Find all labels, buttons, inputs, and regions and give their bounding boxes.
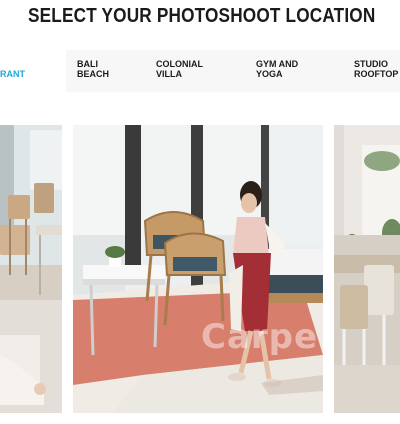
- tab-colonial-villa[interactable]: COLONIAL VILLA: [144, 50, 244, 92]
- tab-label: BALI BEACH: [77, 59, 110, 79]
- photo-restaurant[interactable]: [0, 125, 62, 413]
- tab-studio-rooftop[interactable]: STUDIO ROOFTOP: [342, 50, 400, 92]
- tab-restaurant[interactable]: RANT: [0, 50, 66, 92]
- colonial-villa-photo-image: [73, 125, 323, 413]
- studio-photo-image: [334, 125, 400, 413]
- tab-label: COLONIAL VILLA: [156, 59, 203, 79]
- restaurant-photo-image: [0, 125, 62, 413]
- tab-bali-beach[interactable]: BALI BEACH: [66, 50, 144, 92]
- tab-label: RANT: [0, 69, 25, 79]
- tab-label: STUDIO ROOFTOP: [354, 59, 399, 79]
- location-photo-gallery: Carpe: [0, 125, 400, 415]
- page-title: SELECT YOUR PHOTOSHOOT LOCATION: [28, 5, 376, 27]
- tab-gym-and-yoga[interactable]: GYM AND YOGA: [244, 50, 342, 92]
- photo-studio-rooftop[interactable]: [334, 125, 400, 413]
- location-tab-bar: RANT BALI BEACH COLONIAL VILLA GYM AND Y…: [0, 50, 400, 92]
- tab-label: GYM AND YOGA: [256, 59, 299, 79]
- photo-colonial-villa[interactable]: Carpe: [73, 125, 323, 413]
